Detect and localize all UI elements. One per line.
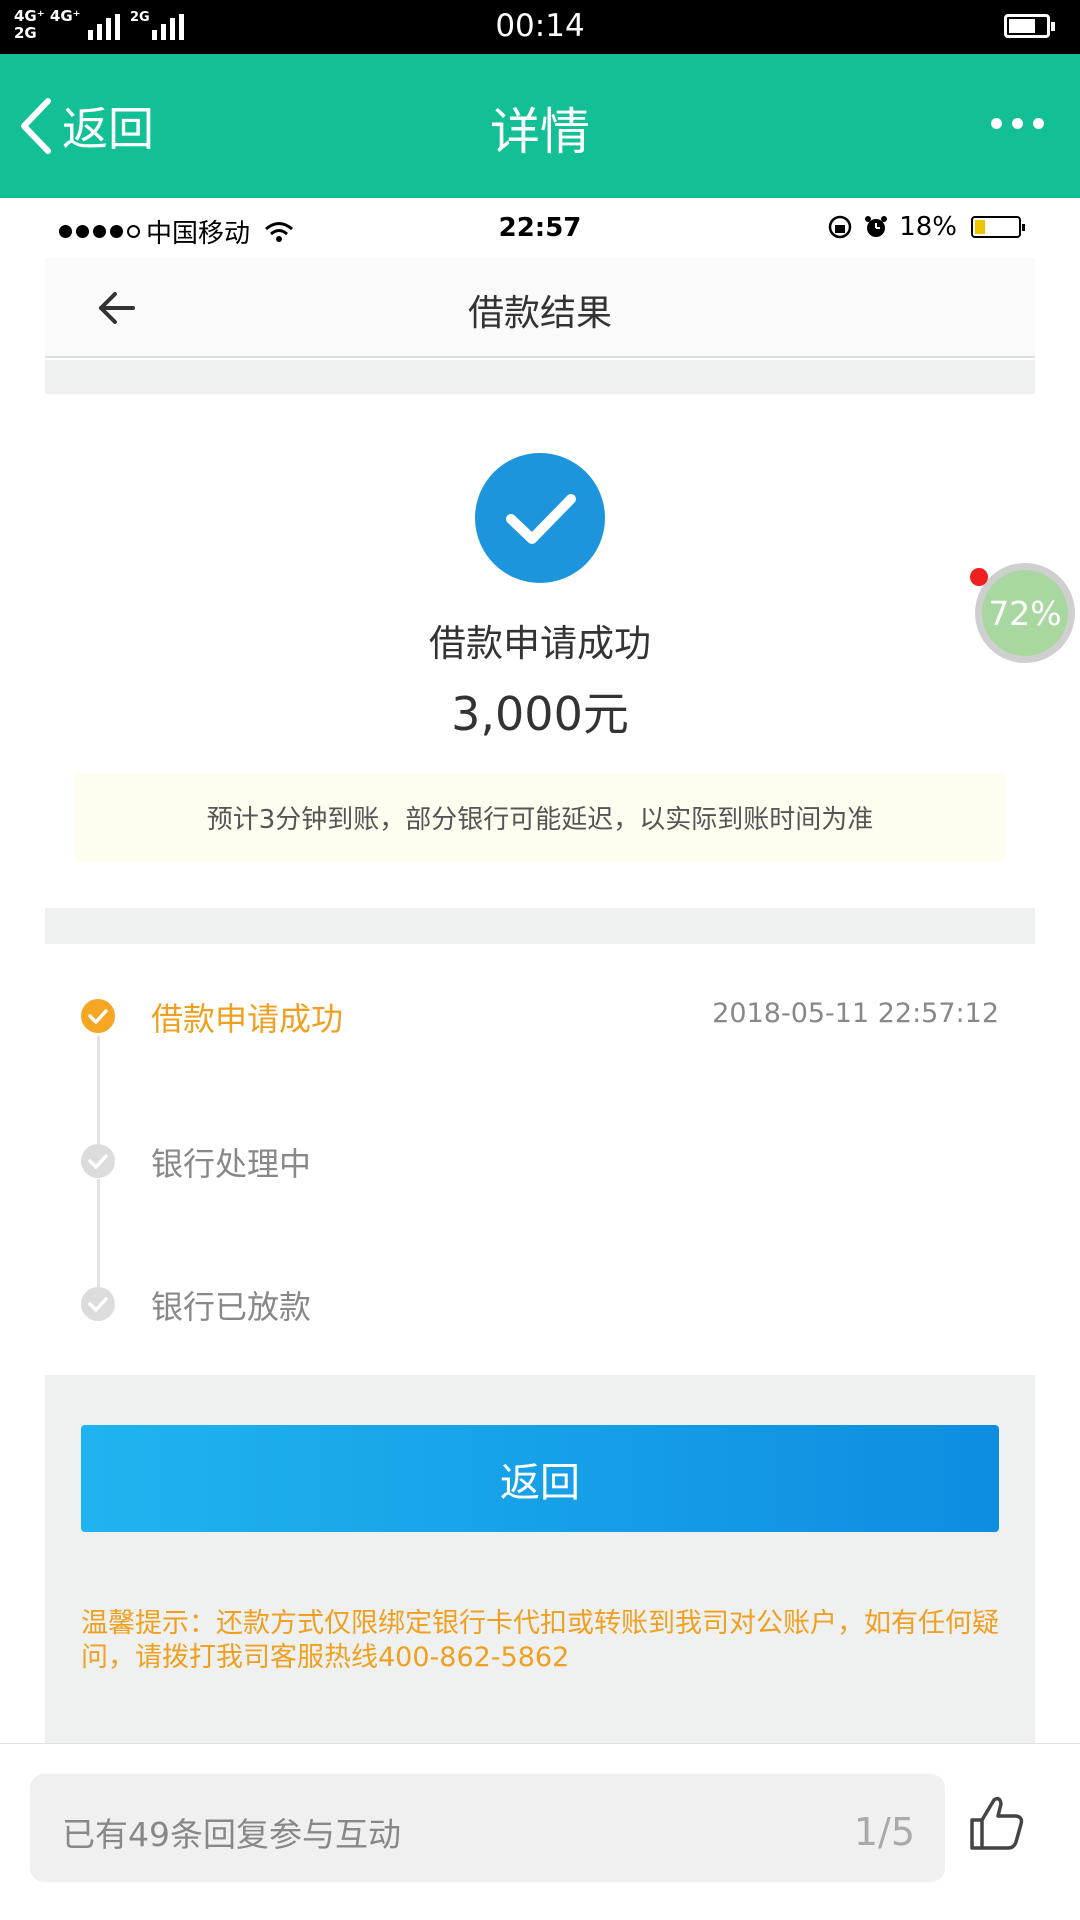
reply-input[interactable]: 已有49条回复参与互动 1/5 bbox=[30, 1774, 945, 1882]
battery-icon bbox=[971, 216, 1025, 238]
arrival-notice: 预计3分钟到账，部分银行可能延迟，以实际到账时间为准 bbox=[75, 773, 1005, 861]
warm-tip: 温馨提示：还款方式仅限绑定银行卡代扣或转账到我司对公账户，如有任何疑问，请拨打我… bbox=[81, 1608, 999, 1673]
more-options-button[interactable] bbox=[991, 118, 1044, 129]
timeline-step-label: 借款申请成功 bbox=[151, 1000, 344, 1038]
page-indicator: 1/5 bbox=[853, 1810, 915, 1854]
loan-amount: 3,000元 bbox=[451, 687, 629, 741]
step-done-check-icon bbox=[81, 999, 115, 1033]
thumbs-up-icon[interactable] bbox=[966, 1792, 1028, 1854]
inner-page-title: 借款结果 bbox=[467, 293, 612, 334]
step-pending-check-icon bbox=[81, 1287, 115, 1321]
battery-icon bbox=[1004, 14, 1055, 38]
inner-status-bar: 中国移动 22:57 18% bbox=[45, 198, 1035, 258]
success-check-icon bbox=[475, 453, 605, 583]
divider bbox=[45, 908, 1035, 944]
system-clock: 00:14 bbox=[495, 8, 585, 44]
timeline-step-time: 2018-05-11 22:57:12 bbox=[712, 998, 999, 1029]
rotation-lock-icon bbox=[828, 215, 852, 239]
timeline-step-label: 银行处理中 bbox=[151, 1145, 312, 1183]
reply-bar: 已有49条回复参与互动 1/5 bbox=[0, 1743, 1080, 1920]
app-header: 返回 详情 bbox=[0, 54, 1080, 198]
timeline-line bbox=[97, 1036, 100, 1146]
divider bbox=[45, 360, 1035, 394]
system-status-bar: 4G⁺ 4G⁺ 2G 2G 00:14 bbox=[0, 0, 1080, 54]
timeline-line bbox=[97, 1179, 100, 1289]
step-pending-check-icon bbox=[81, 1144, 115, 1178]
notification-dot bbox=[970, 568, 988, 586]
more-dots-icon bbox=[991, 118, 1002, 129]
result-title: 借款申请成功 bbox=[429, 622, 651, 665]
footer-area: 返回 温馨提示：还款方式仅限绑定银行卡代扣或转账到我司对公账户，如有任何疑问，请… bbox=[45, 1375, 1035, 1743]
inner-nav-bar: 借款结果 bbox=[45, 258, 1035, 358]
inner-battery-percent: 18% bbox=[899, 212, 957, 242]
timeline-step-label: 银行已放款 bbox=[151, 1288, 312, 1326]
return-button[interactable]: 返回 bbox=[81, 1425, 999, 1532]
embedded-screenshot: 中国移动 22:57 18% 借款结果 借款申请成功 3,000元 预计3分钟到… bbox=[45, 198, 1035, 1743]
alarm-icon bbox=[865, 216, 888, 237]
page-title: 详情 bbox=[490, 103, 590, 161]
floating-progress-badge[interactable]: 72% bbox=[975, 563, 1075, 663]
reply-placeholder: 已有49条回复参与互动 bbox=[62, 1815, 401, 1854]
